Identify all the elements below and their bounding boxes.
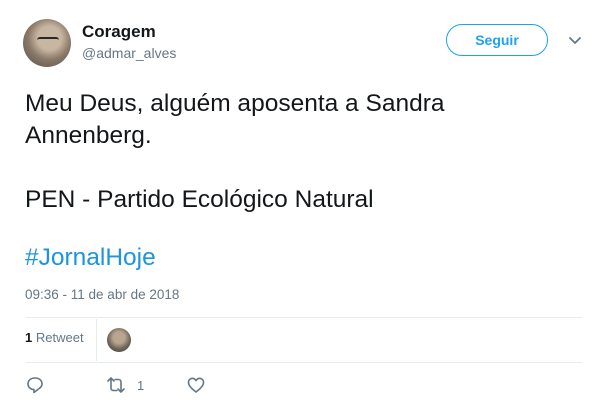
avatar[interactable] <box>23 19 71 67</box>
stats-separator <box>96 319 97 361</box>
retweet-stat-count: 1 <box>25 330 33 345</box>
tweet-timestamp[interactable]: 09:36 - 11 de abr de 2018 <box>25 287 179 302</box>
heart-icon <box>187 377 205 393</box>
retweeter-avatar[interactable] <box>107 328 131 352</box>
retweet-stat-label: Retweet <box>35 330 84 345</box>
tweet-text: Meu Deus, alguém aposenta a Sandra Annen… <box>25 90 445 213</box>
chevron-down-icon[interactable] <box>568 36 582 46</box>
hashtag-link[interactable]: #JornalHoje <box>25 242 156 274</box>
divider <box>25 317 583 318</box>
reply-button[interactable] <box>25 375 45 395</box>
user-name[interactable]: Coragem <box>82 22 156 42</box>
reply-icon <box>27 377 43 394</box>
user-handle[interactable]: @admar_alves <box>82 45 176 61</box>
retweet-count: 1 <box>137 377 145 393</box>
divider <box>25 362 583 363</box>
like-button[interactable] <box>186 375 206 395</box>
avatar-glasses <box>37 37 59 45</box>
retweet-stats[interactable]: 1 Retweet <box>25 330 84 345</box>
retweet-button[interactable]: 1 <box>105 375 144 395</box>
retweet-icon <box>107 377 125 393</box>
follow-button[interactable]: Seguir <box>446 24 548 56</box>
